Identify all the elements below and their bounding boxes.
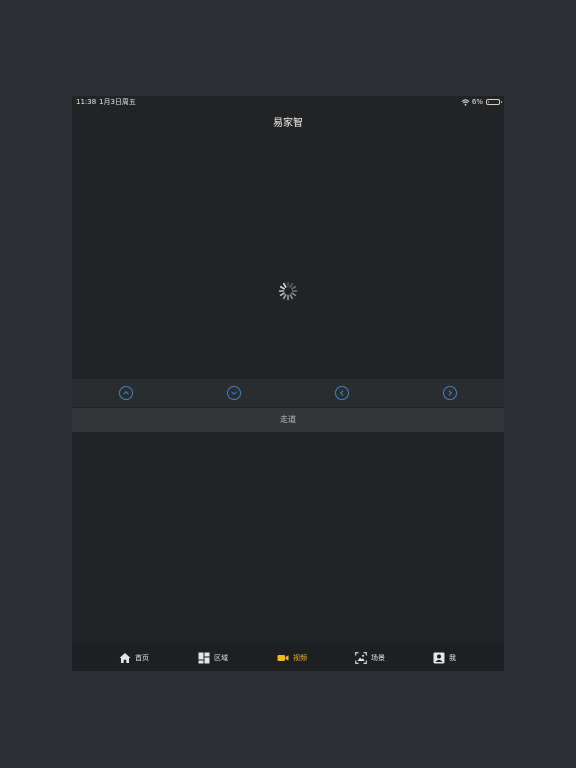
chevron-up-icon	[123, 390, 129, 395]
tab-area[interactable]: 区域	[198, 651, 228, 665]
spinner-spoke	[291, 292, 297, 297]
status-bar: 11:38 1月3日周五 6%	[72, 96, 504, 108]
loading-spinner-icon	[278, 281, 298, 301]
battery-percent: 6%	[471, 98, 483, 106]
wifi-icon	[461, 98, 470, 106]
tab-video[interactable]: 视频	[277, 651, 307, 665]
status-date: 1月3日周五	[99, 98, 136, 106]
tab-profile-label: 我	[449, 654, 456, 662]
battery-icon	[486, 99, 502, 105]
camera-list	[72, 432, 504, 643]
ptz-up-button[interactable]	[119, 386, 133, 400]
video-icon	[277, 655, 289, 661]
chevron-left-icon	[339, 390, 344, 396]
ptz-right-button[interactable]	[443, 386, 457, 400]
page-title: 易家智	[273, 118, 303, 129]
spinner-spoke	[279, 292, 285, 297]
chevron-right-icon	[448, 390, 453, 396]
tab-scene[interactable]: 场景	[355, 651, 385, 665]
tab-bar: 首页 区域 视频 场景 我	[72, 643, 504, 671]
scene-icon	[355, 652, 367, 664]
tab-home[interactable]: 首页	[119, 651, 149, 665]
video-player[interactable]	[72, 130, 504, 379]
status-indicators: 6%	[461, 96, 502, 108]
spinner-spoke	[289, 294, 294, 300]
spinner-spoke	[291, 285, 297, 290]
ptz-left-button[interactable]	[335, 386, 349, 400]
tab-profile[interactable]: 我	[433, 651, 456, 665]
battery-level	[488, 101, 489, 103]
tab-area-label: 区域	[214, 654, 228, 662]
spinner-spoke	[282, 282, 287, 288]
area-icon	[198, 652, 210, 664]
chevron-down-icon	[231, 391, 237, 396]
ptz-control-bar	[72, 379, 504, 407]
status-time: 11:38	[76, 98, 97, 106]
ptz-down-button[interactable]	[227, 386, 241, 400]
camera-item[interactable]: 走道	[72, 408, 504, 432]
spinner-spoke	[279, 285, 285, 290]
tab-home-label: 首页	[135, 654, 149, 662]
profile-icon	[433, 652, 445, 664]
home-icon	[119, 653, 131, 663]
spinner-spoke	[289, 282, 294, 288]
app-window: 11:38 1月3日周五 6% 易家智 走道 首页 区域 视频 场景 我	[72, 96, 504, 671]
spinner-spoke	[282, 294, 287, 300]
tab-video-label: 视频	[293, 654, 307, 662]
tab-scene-label: 场景	[371, 654, 385, 662]
